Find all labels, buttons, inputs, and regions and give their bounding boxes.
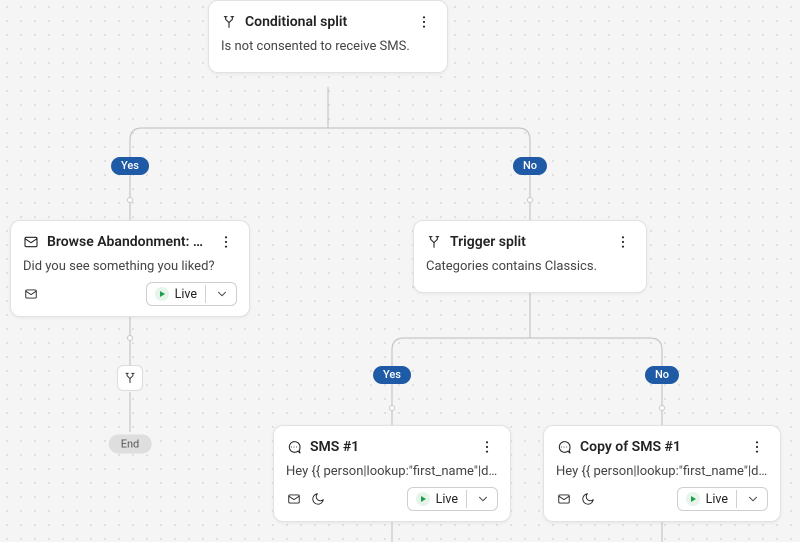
node-menu-button[interactable]: [413, 11, 435, 33]
play-icon: [416, 492, 430, 506]
email-icon: [286, 491, 302, 507]
node-description: Categories contains Classics.: [426, 259, 634, 274]
status-dropdown[interactable]: Live: [407, 487, 498, 511]
node-collapsed-split[interactable]: [117, 365, 143, 391]
node-conditional-split[interactable]: Conditional split Is not consented to re…: [208, 0, 448, 73]
connector-dot: [127, 197, 133, 203]
email-icon: [23, 286, 39, 302]
node-trigger-split[interactable]: Trigger split Categories contains Classi…: [413, 220, 647, 293]
node-description: Did you see something you liked?: [23, 259, 237, 274]
node-title: Browse Abandonment: Email…: [47, 234, 207, 250]
sms-icon: [286, 439, 302, 455]
node-description: Hey {{ person|lookup:"first_name"|defaul…: [556, 464, 768, 479]
status-dropdown[interactable]: Live: [146, 282, 237, 306]
split-icon: [122, 370, 138, 386]
chevron-down-icon: [214, 286, 230, 302]
split-icon: [426, 234, 442, 250]
branch-label-yes: Yes: [373, 366, 411, 384]
node-sms-1[interactable]: SMS #1 Hey {{ person|lookup:"first_name"…: [273, 425, 511, 522]
status-dropdown[interactable]: Live: [677, 487, 768, 511]
branch-label-yes: Yes: [111, 157, 149, 175]
node-title: SMS #1: [310, 439, 468, 455]
branch-label-no: No: [645, 366, 679, 384]
node-title: Copy of SMS #1: [580, 439, 738, 455]
node-menu-button[interactable]: [215, 231, 237, 253]
play-icon: [155, 287, 169, 301]
connector-dot: [389, 405, 395, 411]
node-description: Is not consented to receive SMS.: [221, 39, 435, 54]
node-email[interactable]: Browse Abandonment: Email… Did you see s…: [10, 220, 250, 317]
split-icon: [221, 14, 237, 30]
chevron-down-icon: [475, 491, 491, 507]
chevron-down-icon: [745, 491, 761, 507]
connector-dot: [527, 197, 533, 203]
email-icon: [23, 234, 39, 250]
quiet-hours-icon: [580, 491, 596, 507]
play-icon: [686, 492, 700, 506]
email-icon: [556, 491, 572, 507]
sms-icon: [556, 439, 572, 455]
node-title: Trigger split: [450, 234, 604, 250]
node-title: Conditional split: [245, 14, 405, 30]
node-description: Hey {{ person|lookup:"first_name"|defaul…: [286, 464, 498, 479]
quiet-hours-icon: [310, 491, 326, 507]
status-label: Live: [175, 287, 197, 302]
end-label: End: [109, 435, 152, 454]
node-menu-button[interactable]: [612, 231, 634, 253]
node-menu-button[interactable]: [746, 436, 768, 458]
node-menu-button[interactable]: [476, 436, 498, 458]
connector-dot: [127, 335, 133, 341]
status-label: Live: [706, 492, 728, 507]
branch-label-no: No: [513, 157, 547, 175]
connector-dot: [659, 405, 665, 411]
node-sms-2[interactable]: Copy of SMS #1 Hey {{ person|lookup:"fir…: [543, 425, 781, 522]
status-label: Live: [436, 492, 458, 507]
